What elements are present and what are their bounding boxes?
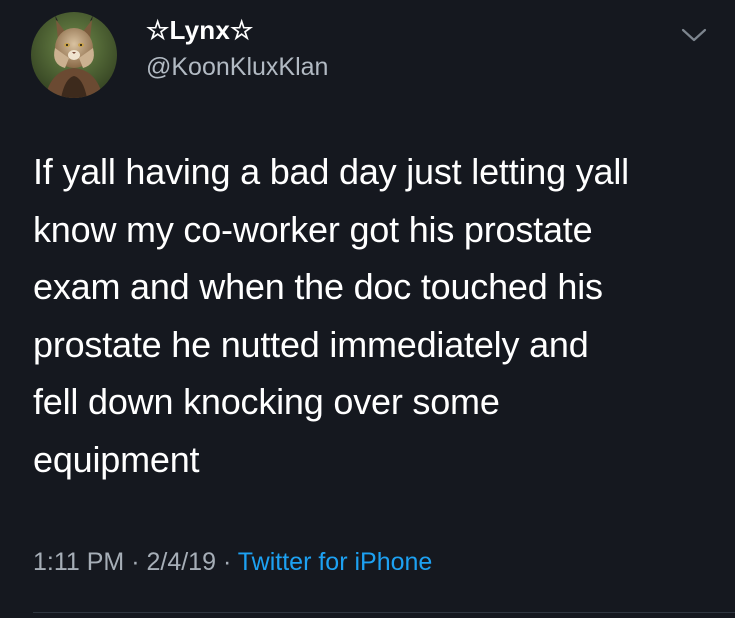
chevron-down-icon[interactable]: [681, 26, 707, 44]
user-handle[interactable]: @KoonKluxKlan: [146, 53, 328, 82]
meta-separator: ·: [222, 548, 232, 576]
tweet-meta: 1:11 PM · 2/4/19 · Twitter for iPhone: [33, 548, 432, 577]
meta-separator: ·: [131, 548, 140, 576]
tweet-text: If yall having a bad day just letting ya…: [33, 151, 629, 480]
lynx-avatar-image: [31, 12, 117, 98]
tweet-card: ☆Lynx☆ @KoonKluxKlan If yall having a ba…: [0, 0, 735, 618]
tweet-source-link[interactable]: Twitter for iPhone: [238, 548, 433, 576]
avatar[interactable]: [31, 12, 117, 98]
tweet-time[interactable]: 1:11 PM: [33, 548, 124, 576]
tweet-date[interactable]: 2/4/19: [146, 548, 216, 576]
display-name[interactable]: ☆Lynx☆: [146, 15, 254, 46]
divider: [33, 612, 735, 613]
